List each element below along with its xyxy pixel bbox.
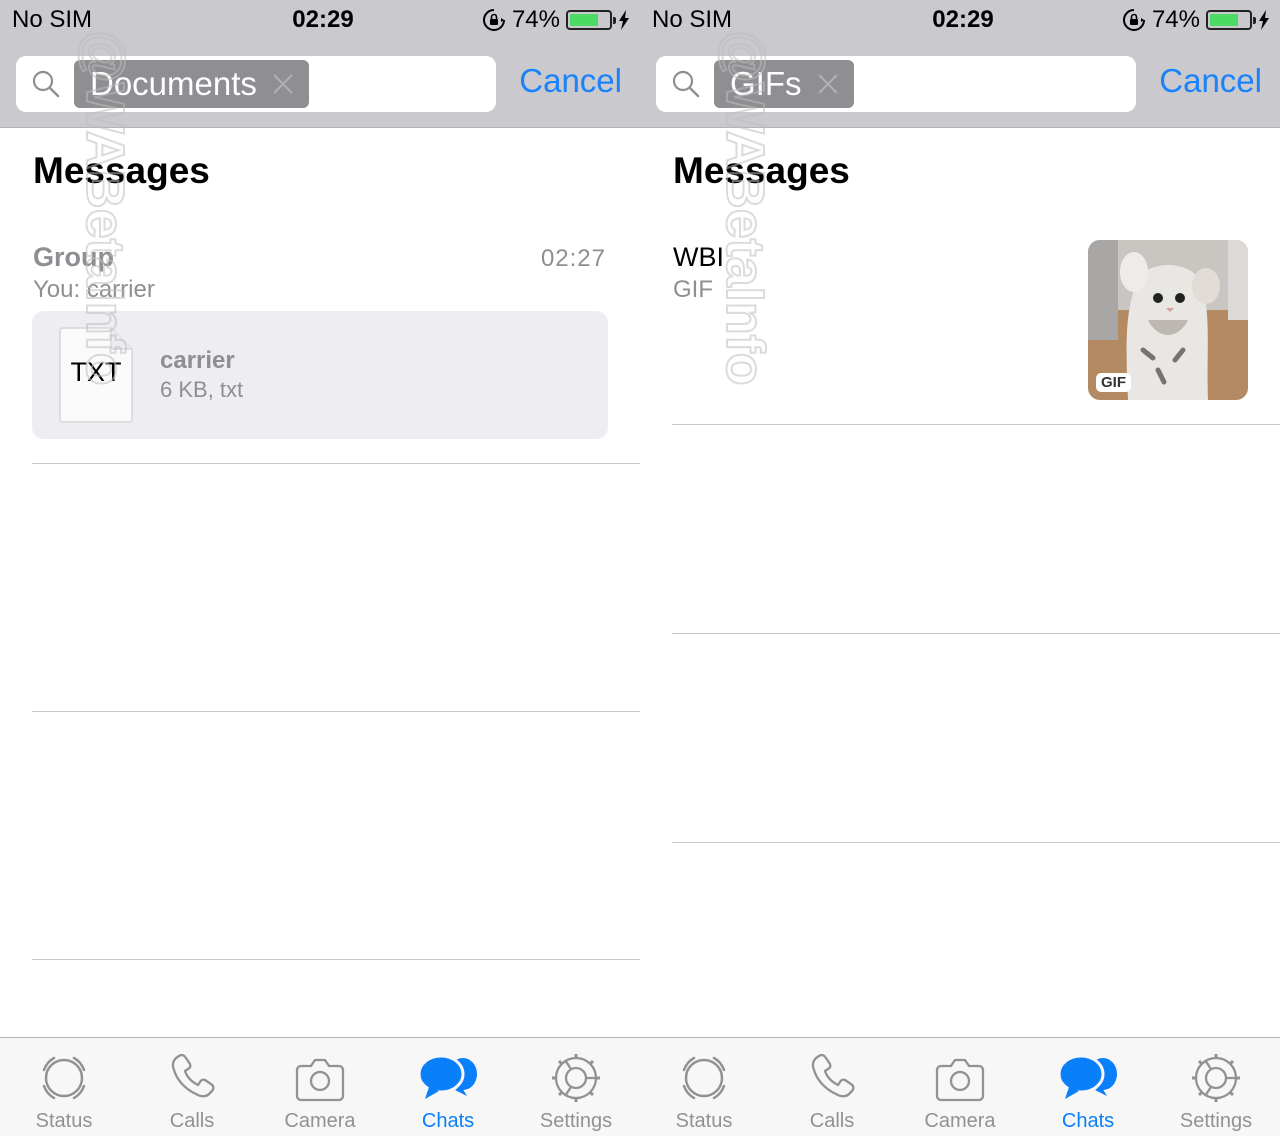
phone-icon [171,1053,215,1098]
chats-icon [1057,1054,1117,1099]
camera-icon [295,1058,345,1102]
message-time: 02:27 [540,245,606,272]
tab-chats[interactable]: Chats [1024,1038,1152,1136]
documents-search-screen: No SIM 02:29 74% Documents Cancel Messag… [0,0,640,1136]
tab-bar: Status Calls Camera Chats Settings [0,1037,640,1136]
phone-icon [811,1053,855,1098]
tab-label: Status [675,1110,733,1132]
gear-icon [1192,1054,1240,1102]
search-icon [672,70,700,98]
tab-calls[interactable]: Calls [128,1038,256,1136]
search-filter-token[interactable]: Documents [74,60,309,108]
file-name: carrier [160,347,235,374]
charging-bolt-icon [1259,10,1269,30]
tab-settings[interactable]: Settings [512,1038,640,1136]
gif-thumbnail[interactable]: GIF [1088,240,1248,400]
tab-label: Chats [1061,1110,1115,1132]
tab-label: Settings [1179,1110,1253,1132]
tab-camera[interactable]: Camera [256,1038,384,1136]
tab-label: Chats [421,1110,475,1132]
tab-label: Status [35,1110,93,1132]
charging-bolt-icon [619,10,629,30]
chat-name: Group [33,242,114,272]
tab-label: Calls [169,1110,215,1132]
status-icon [42,1056,86,1100]
tab-camera[interactable]: Camera [896,1038,1024,1136]
battery-icon [566,10,616,30]
row-separator [672,633,1280,634]
clear-token-icon[interactable] [816,72,840,96]
chats-icon [417,1054,477,1099]
tab-chats[interactable]: Chats [384,1038,512,1136]
search-field[interactable]: Documents [16,56,496,112]
message-preview: You: carrier [33,276,155,303]
battery-nub [613,17,616,24]
file-type-label: TXT [70,357,122,387]
tab-calls[interactable]: Calls [768,1038,896,1136]
document-attachment[interactable]: TXT carrier 6 KB, txt [32,311,608,439]
tab-label: Camera [284,1110,356,1132]
gear-icon [552,1054,600,1102]
tab-label: Calls [809,1110,855,1132]
chat-name: WBI [673,242,724,272]
message-preview: GIF [673,276,713,303]
orientation-lock-icon [482,9,505,31]
status-right-group: 74% [1122,6,1270,34]
row-separator [672,842,1280,843]
gifs-search-screen: No SIM 02:29 74% GIFs Cancel Messages WB… [640,0,1280,1136]
search-header: No SIM 02:29 74% GIFs Cancel [640,0,1280,128]
tab-label: Settings [539,1110,613,1132]
search-filter-token[interactable]: GIFs [714,60,854,108]
search-field[interactable]: GIFs [656,56,1136,112]
search-header: No SIM 02:29 74% Documents Cancel [0,0,640,128]
row-separator [32,959,640,960]
camera-icon [935,1058,985,1102]
battery-level [1210,14,1239,26]
battery-level [570,14,599,26]
orientation-lock-icon [1122,9,1145,31]
tab-bar: Status Calls Camera Chats Settings [640,1037,1280,1136]
search-icon [32,70,60,98]
tab-status[interactable]: Status [640,1038,768,1136]
row-separator [32,463,640,464]
battery-icon [1206,10,1256,30]
row-separator [32,711,640,712]
row-separator [672,424,1280,425]
tab-status[interactable]: Status [0,1038,128,1136]
battery-percent: 74% [511,6,560,33]
status-icon [682,1056,726,1100]
battery-nub [1253,17,1256,24]
tab-label: Camera [924,1110,996,1132]
file-meta: 6 KB, txt [160,377,244,402]
tab-settings[interactable]: Settings [1152,1038,1280,1136]
status-right-group: 74% [482,6,630,34]
cancel-button[interactable]: Cancel [519,62,622,100]
search-token-label: Documents [90,65,257,102]
battery-percent: 74% [1151,6,1200,33]
search-token-label: GIFs [730,65,802,102]
section-title: Messages [673,150,850,191]
gif-badge: GIF [1096,373,1131,392]
cancel-button[interactable]: Cancel [1159,62,1262,100]
section-title: Messages [33,150,210,191]
clear-token-icon[interactable] [271,72,295,96]
